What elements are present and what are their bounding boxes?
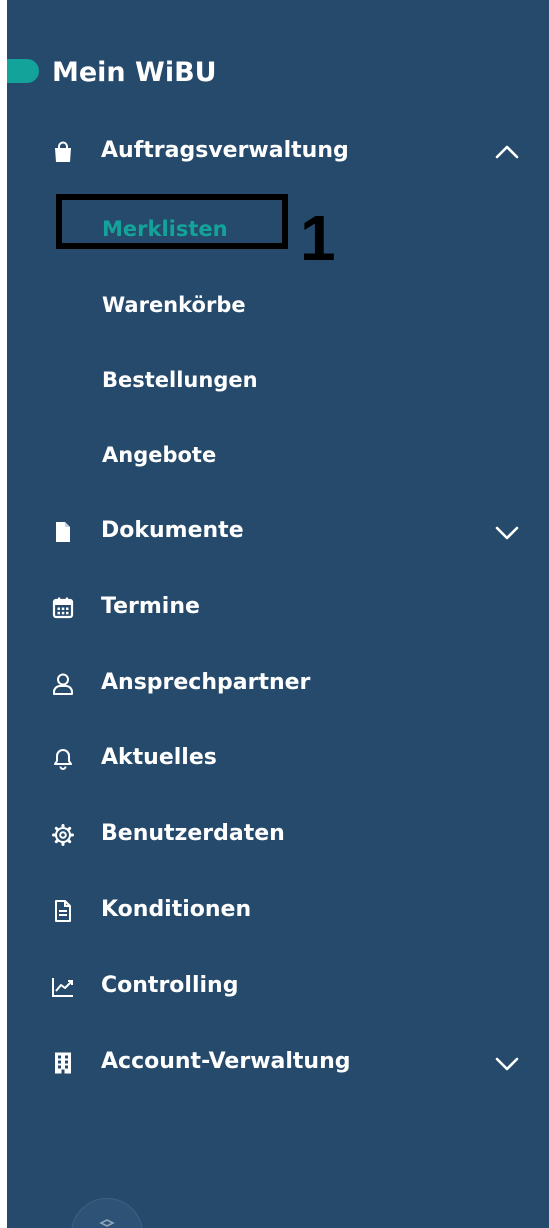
annotation-number: 1 <box>300 202 336 274</box>
sidebar-title: Mein WiBU <box>52 57 217 88</box>
calendar-icon <box>51 596 75 620</box>
sidebar-item-konditionen[interactable]: Konditionen <box>7 886 549 936</box>
sidebar-item-label: Aktuelles <box>101 745 217 770</box>
gear-icon <box>51 823 75 847</box>
sidebar-subitem-label: Bestellungen <box>102 368 258 392</box>
active-indicator <box>7 59 39 83</box>
sidebar-item-label: Termine <box>101 594 200 619</box>
sidebar-item-label: Account-Verwaltung <box>101 1049 351 1074</box>
sidebar-item-account-verwaltung[interactable]: Account-Verwaltung <box>7 1038 549 1088</box>
layers-icon <box>99 1219 115 1227</box>
sidebar-item-label: Konditionen <box>101 897 252 922</box>
sidebar-subitem-label: Merklisten <box>102 217 228 241</box>
sidebar-item-label: Auftragsverwaltung <box>101 138 349 163</box>
shopping-bag-icon <box>51 140 75 164</box>
sidebar-item-controlling[interactable]: Controlling <box>7 962 549 1012</box>
sidebar-item-ansprechpartner[interactable]: Ansprechpartner <box>7 659 549 709</box>
chart-line-icon <box>51 975 75 999</box>
sidebar-subitem-label: Angebote <box>102 443 217 467</box>
sidebar-item-label: Ansprechpartner <box>101 670 311 695</box>
sidebar-subitem-warenkoerbe[interactable]: Warenkörbe <box>7 282 549 328</box>
document-icon <box>51 520 75 544</box>
sidebar-item-label: Benutzerdaten <box>101 821 285 846</box>
sidebar-item-label: Controlling <box>101 973 239 998</box>
sidebar-item-termine[interactable]: Termine <box>7 583 549 633</box>
user-icon <box>51 672 75 696</box>
sidebar-item-label: Dokumente <box>101 518 244 543</box>
bell-icon <box>51 747 75 771</box>
sidebar-subitem-bestellungen[interactable]: Bestellungen <box>7 357 549 403</box>
sidebar-subitem-label: Warenkörbe <box>102 293 246 317</box>
sidebar-item-benutzerdaten[interactable]: Benutzerdaten <box>7 810 549 860</box>
chevron-down-icon[interactable] <box>494 1051 520 1075</box>
sidebar-item-auftragsverwaltung[interactable]: Auftragsverwaltung <box>7 127 549 177</box>
sidebar-subitem-angebote[interactable]: Angebote <box>7 432 549 478</box>
sidebar-item-dokumente[interactable]: Dokumente <box>7 507 549 557</box>
sidebar-item-aktuelles[interactable]: Aktuelles <box>7 734 549 784</box>
collapse-sidebar-button[interactable] <box>71 1198 143 1228</box>
sidebar-subitem-merklisten[interactable]: Merklisten <box>7 206 549 252</box>
building-icon <box>51 1051 75 1075</box>
chevron-down-icon[interactable] <box>494 520 520 544</box>
sidebar: Mein WiBU Auftragsverwaltung Merklisten … <box>7 0 549 1228</box>
file-lines-icon <box>51 899 75 923</box>
chevron-up-icon[interactable] <box>494 140 520 164</box>
